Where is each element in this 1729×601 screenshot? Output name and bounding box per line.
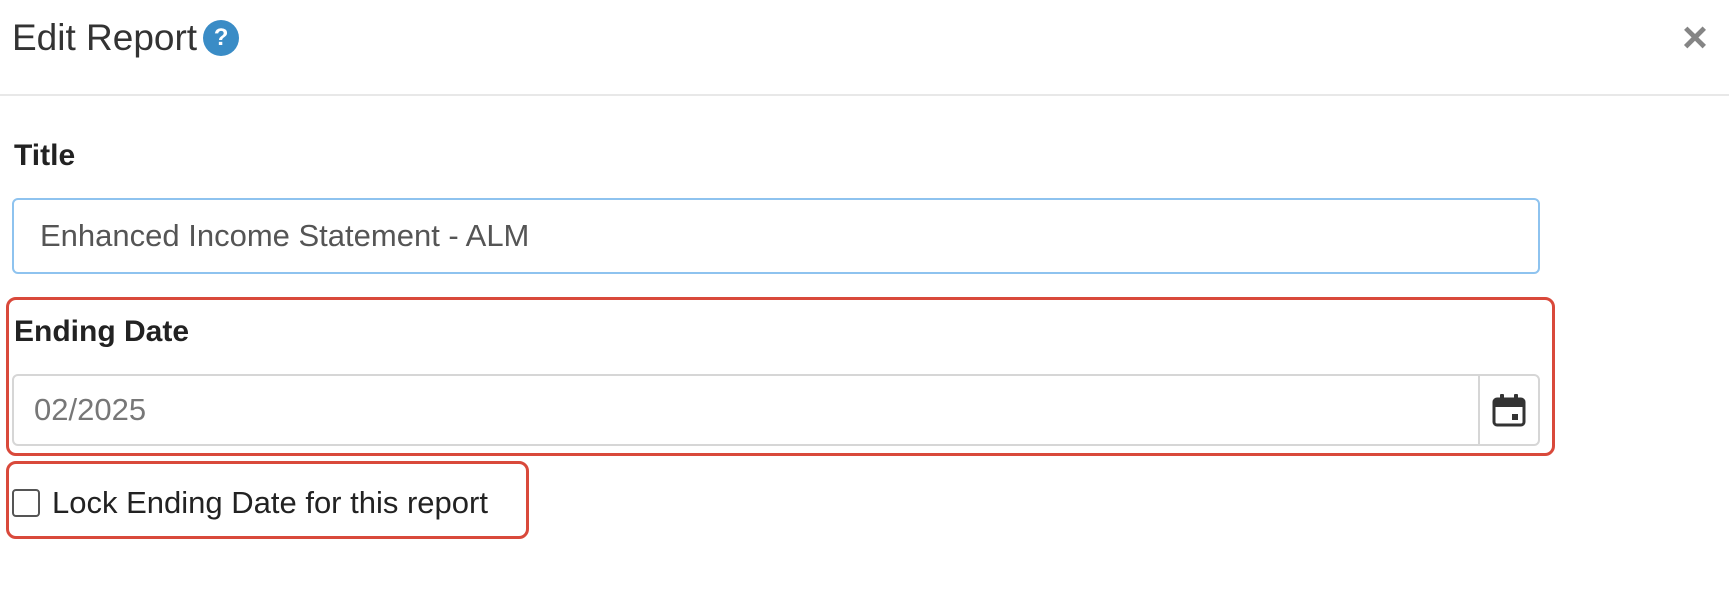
lock-ending-date-label[interactable]: Lock Ending Date for this report [52, 482, 488, 524]
modal-title-text: Edit Report [12, 17, 198, 58]
ending-date-label: Ending Date [14, 315, 190, 348]
help-icon[interactable]: ? [203, 20, 240, 56]
edit-report-modal: Edit Report ? × Title Ending Date Lock E… [0, 0, 1729, 601]
modal-title: Edit Report ? [12, 16, 240, 60]
ending-date-input[interactable] [14, 376, 1478, 444]
lock-ending-date-checkbox[interactable] [12, 489, 40, 517]
close-icon[interactable]: × [1671, 14, 1719, 62]
lock-ending-date-row: Lock Ending Date for this report [12, 482, 488, 524]
title-label: Title [14, 139, 76, 172]
modal-header: Edit Report ? × [0, 0, 1729, 96]
ending-date-group [12, 374, 1540, 446]
calendar-button[interactable] [1478, 376, 1538, 444]
title-input[interactable] [12, 198, 1540, 274]
calendar-icon [1492, 394, 1526, 427]
